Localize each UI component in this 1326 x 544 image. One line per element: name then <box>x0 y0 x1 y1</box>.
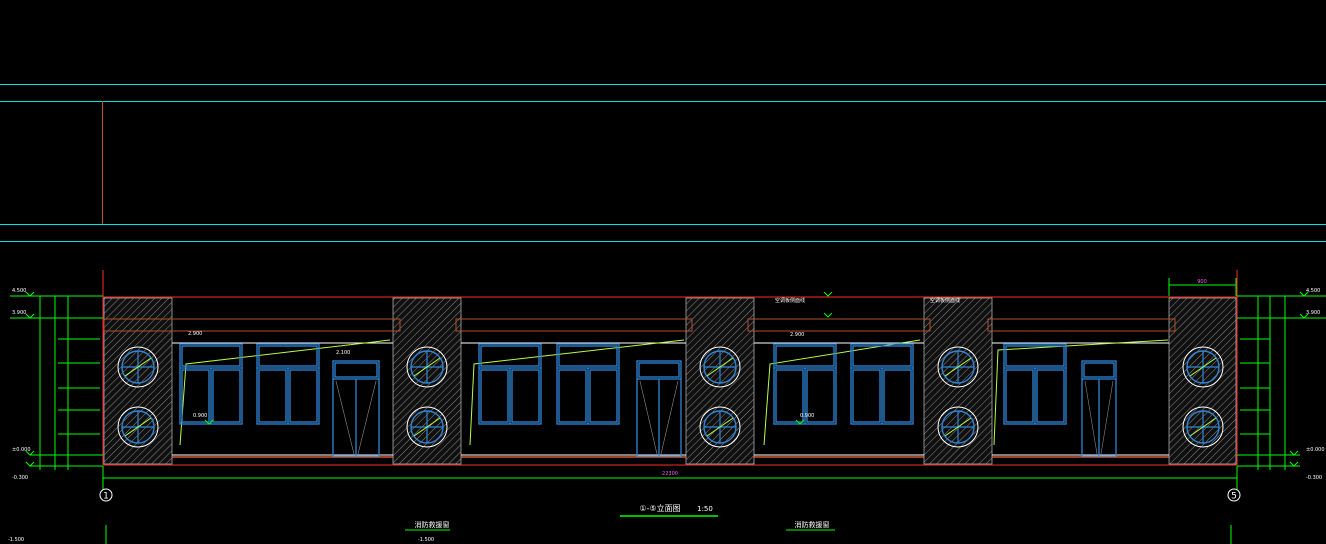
porthole-lower-1 <box>117 406 159 448</box>
porthole-upper-2 <box>406 346 448 388</box>
right-level-3: ±0.000 <box>1306 447 1325 453</box>
axis-bubble-1: 1 <box>99 488 113 502</box>
porthole-upper-4 <box>937 346 979 388</box>
right-level-marks: 4.500 3.900 ±0.000 -0.300 <box>1306 288 1325 481</box>
porthole-upper-1 <box>117 346 159 388</box>
porthole-lower-5 <box>1182 406 1224 448</box>
left-level-2: 3.900 <box>12 310 26 316</box>
right-level-2: 3.900 <box>1306 310 1320 316</box>
bottom-axis-leaders <box>105 525 1232 544</box>
window-bay3-a <box>773 343 837 425</box>
overall-dimension-text: 22300 <box>662 471 678 477</box>
callout-1: 空调板侧面线 <box>775 297 805 304</box>
window-bay1-a <box>179 343 243 425</box>
window-bay2-b <box>556 343 620 425</box>
bottom-note-1: 消防救援窗 <box>415 520 450 529</box>
right-level-1: 4.500 <box>1306 288 1320 294</box>
window-level-3: 2.100 <box>336 350 350 356</box>
porthole-lower-2 <box>406 406 448 448</box>
porthole-upper-5 <box>1182 346 1224 388</box>
door-bay4 <box>1081 360 1117 457</box>
porthole-lower-4 <box>937 406 979 448</box>
window-level-2: 0.900 <box>193 413 207 419</box>
right-dimension-chain <box>1237 295 1326 470</box>
callout-2: 空调板侧面线 <box>930 297 960 304</box>
top-reference-lines <box>0 84 1326 242</box>
bottom-note-2: 消防救援窗 <box>795 520 830 529</box>
left-level-4: -0.300 <box>12 475 28 481</box>
canopy-slabs <box>103 318 1176 332</box>
right-level-4: -0.300 <box>1306 475 1322 481</box>
window-bay4-a <box>1003 343 1067 425</box>
window-bay1-b <box>256 343 320 425</box>
window-level-5: 0.900 <box>800 413 814 419</box>
left-dimension-chain <box>10 295 103 470</box>
top-dimension-text: 900 <box>1197 279 1207 285</box>
porthole-upper-3 <box>699 346 741 388</box>
window-bay2-a <box>478 343 542 425</box>
porthole-group <box>117 346 1224 448</box>
porthole-lower-3 <box>699 406 741 448</box>
bottom-note-level: -1.500 <box>418 537 434 543</box>
door-bay1 <box>332 360 380 457</box>
wall-lines <box>172 342 1169 456</box>
left-level-1: 4.500 <box>12 288 26 294</box>
window-level-1: 2.900 <box>188 331 202 337</box>
axis-label-1: 1 <box>103 492 109 502</box>
axis-bubble-5: 5 <box>1227 488 1241 502</box>
elevation-drawing-canvas: 1 5 ①-⑤立面图 1:50 22300 900 消防救援窗 消防救援窗 -1… <box>0 84 1326 544</box>
bottom-left-level: -1.500 <box>8 537 24 543</box>
axis-label-5: 5 <box>1231 492 1237 502</box>
window-level-4: 2.900 <box>790 332 804 338</box>
drawing-scale: 1:50 <box>697 505 713 513</box>
overall-dimension-line <box>102 466 1238 490</box>
door-bay2 <box>636 360 682 457</box>
drawing-title: ①-⑤立面图 <box>639 503 680 513</box>
slope-lines <box>179 339 1169 446</box>
window-bay3-b <box>850 343 914 425</box>
